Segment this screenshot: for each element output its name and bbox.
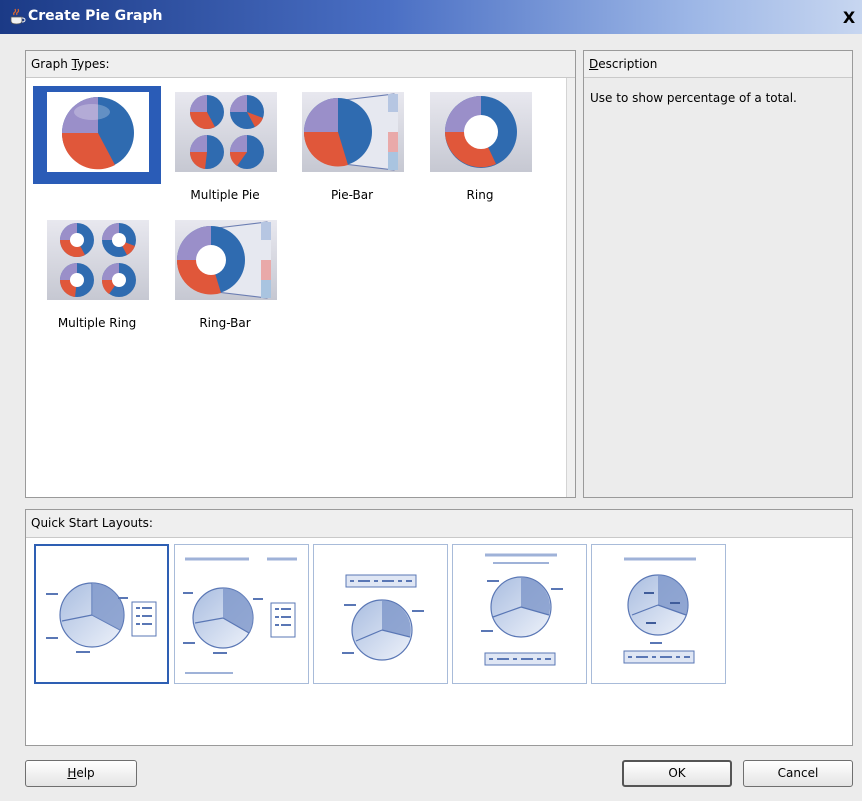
ring-bar-thumbnail xyxy=(175,220,277,300)
description-panel: Description Use to show percentage of a … xyxy=(583,50,853,498)
graph-types-scrollbar-track[interactable] xyxy=(566,78,575,497)
graph-type-label: Multiple Ring xyxy=(57,316,137,330)
ring-thumbnail xyxy=(430,92,532,172)
graph-type-label: Ring-Bar xyxy=(199,316,251,330)
layout-pie-title-legend-icon xyxy=(183,557,297,674)
graph-type-multiple-pie[interactable]: Multiple Pie xyxy=(161,86,289,202)
layout-pie-legend-top-icon xyxy=(342,574,424,661)
java-cup-icon xyxy=(10,8,26,25)
layout-pie-legend-bottom-icon xyxy=(481,553,563,666)
pie-thumbnail xyxy=(47,92,149,172)
graph-type-label: Multiple Pie xyxy=(190,188,260,202)
create-pie-graph-dialog: Create Pie Graph X Graph Types: Pie Mult… xyxy=(0,0,862,801)
graph-type-multiple-ring[interactable]: Multiple Ring xyxy=(33,214,161,330)
layout-pie-legend-right-icon xyxy=(46,582,157,653)
window-title: Create Pie Graph xyxy=(28,8,163,24)
graph-type-label: Ring xyxy=(466,188,494,202)
description-text: Use to show percentage of a total. xyxy=(590,91,797,105)
quick-start-header: Quick Start Layouts: xyxy=(26,510,852,538)
quick-start-layout-2[interactable] xyxy=(174,544,309,684)
pie-bar-thumbnail xyxy=(302,92,404,172)
help-button[interactable]: Help xyxy=(25,760,137,787)
pie-chart-icon xyxy=(61,97,134,170)
ring-bar-icon xyxy=(176,221,271,299)
multiple-pie-icon xyxy=(189,95,264,169)
quick-start-layout-4[interactable] xyxy=(452,544,587,684)
multiple-ring-thumbnail xyxy=(47,220,149,300)
graph-types-header: Graph Types: xyxy=(26,51,575,78)
graph-type-ring[interactable]: Ring xyxy=(416,86,544,202)
graph-type-pie-bar[interactable]: Pie-Bar xyxy=(288,86,416,202)
quick-start-layout-5[interactable] xyxy=(591,544,726,684)
title-bar[interactable]: Create Pie Graph X xyxy=(0,0,862,34)
pie-bar-icon xyxy=(303,93,398,171)
graph-type-ring-bar[interactable]: Ring-Bar xyxy=(161,214,289,330)
quick-start-layout-1[interactable] xyxy=(34,544,169,684)
close-icon[interactable]: X xyxy=(840,9,858,27)
multiple-pie-thumbnail xyxy=(175,92,277,172)
ring-chart-icon xyxy=(445,96,517,168)
multiple-ring-icon xyxy=(59,223,136,297)
graph-type-label: Pie xyxy=(88,186,106,200)
layout-pie-inner-labels-icon xyxy=(623,557,696,664)
ok-button[interactable]: OK xyxy=(622,760,732,787)
cancel-button[interactable]: Cancel xyxy=(743,760,853,787)
quick-start-layout-3[interactable] xyxy=(313,544,448,684)
description-header: Description xyxy=(584,51,852,78)
graph-types-panel: Graph Types: Pie Multiple Pie Pie-Bar Ri… xyxy=(25,50,576,498)
graph-type-pie[interactable]: Pie xyxy=(33,86,161,200)
graph-type-label: Pie-Bar xyxy=(330,188,374,202)
